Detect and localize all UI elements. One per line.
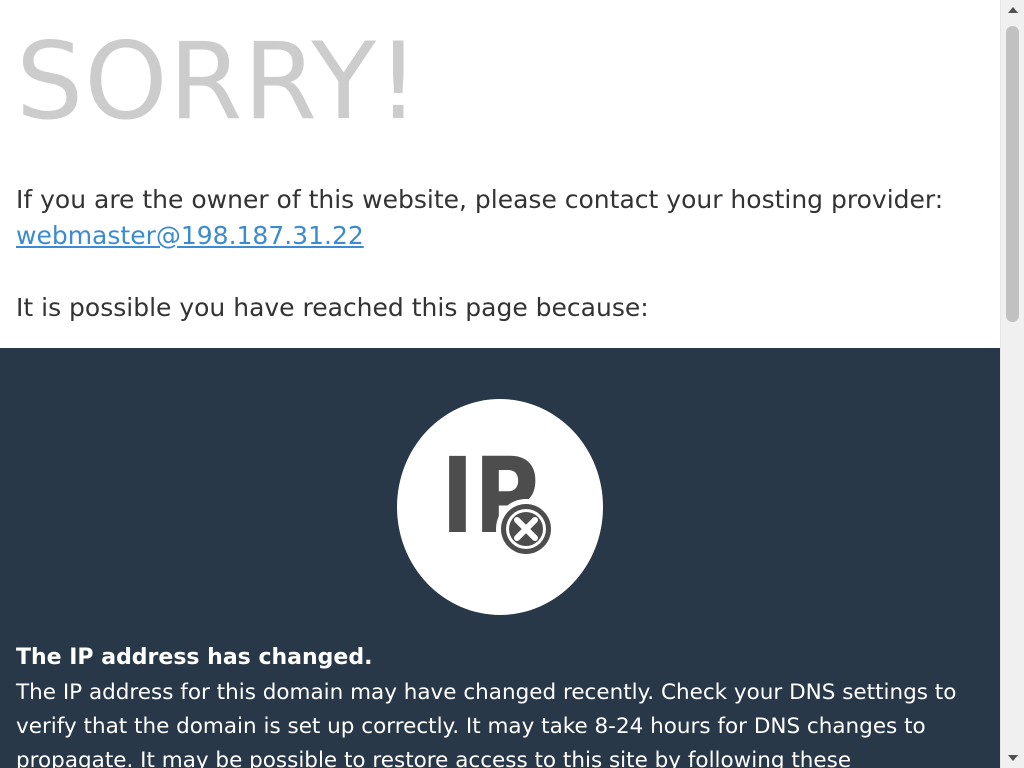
reason-intro: It is possible you have reached this pag… [16,293,649,322]
page: SORRY! If you are the owner of this webs… [0,0,1000,768]
scroll-down-arrow-icon[interactable] [1001,748,1024,768]
top-section: SORRY! If you are the owner of this webs… [0,0,1000,348]
reason-panel: IP The IP address has changed. The IP ad… [0,348,1000,768]
webmaster-email-link[interactable]: webmaster@198.187.31.22 [16,218,364,254]
ip-error-icon-graphic: IP [441,435,556,559]
scrollbar-thumb[interactable] [1006,26,1019,322]
scroll-up-arrow-icon[interactable] [1001,0,1024,20]
reason-title: The IP address has changed. [16,645,373,670]
reason-description: The IP address for this domain may have … [16,680,957,768]
page-title: SORRY! [16,20,421,143]
owner-message: If you are the owner of this website, pl… [16,185,944,214]
vertical-scrollbar[interactable] [1000,0,1024,768]
ip-error-icon: IP [397,399,603,615]
